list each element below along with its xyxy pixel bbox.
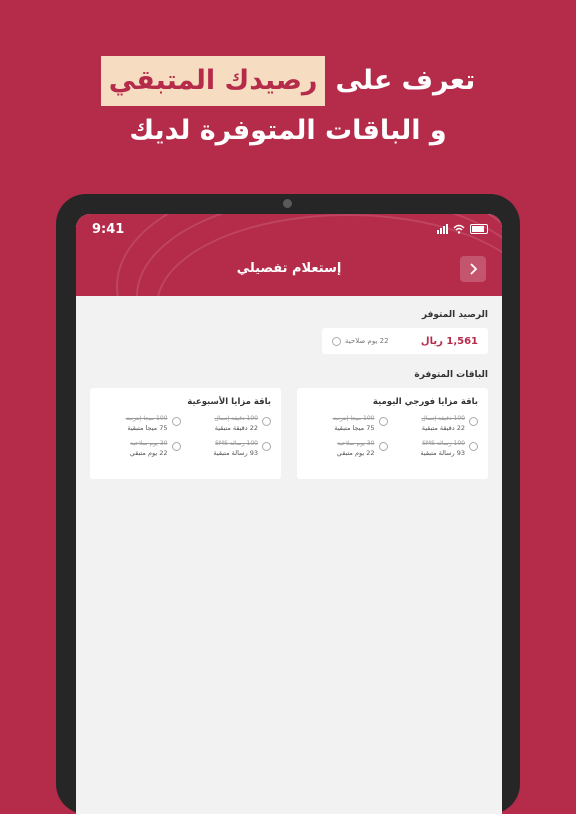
promo-headline: تعرف على رصيدك المتبقي و الباقات المتوفر… <box>0 56 576 156</box>
back-button[interactable] <box>460 256 486 282</box>
balance-section-title: الرصيد المتوفر <box>421 310 488 320</box>
headline-line-1: تعرف على رصيدك المتبقي <box>0 56 576 106</box>
packages-section-title: الباقات المتوفرة <box>414 370 488 380</box>
headline-highlight: رصيدك المتبقي <box>100 56 326 106</box>
status-icons <box>437 224 488 234</box>
stat-remaining: 22 يوم متبقي <box>129 449 168 457</box>
balance-card: 1,561 ريال 22 يوم صلاحية <box>322 328 488 354</box>
stat-total: 100 ميجا إنترنت <box>125 415 168 422</box>
stat-remaining: 22 دقيقة متبقية <box>214 424 258 432</box>
stat-total: 30 يوم صلاحية <box>130 440 168 447</box>
app-screen: 9:41 إستعلام تفصيلي الرصيد المتوفر 1,561… <box>76 214 502 814</box>
signal-icon <box>437 224 448 234</box>
stat-remaining: 93 رسالة متبقية <box>420 449 465 457</box>
balance-amount: 1,561 ريال <box>420 335 478 347</box>
stat-total: 100 رسالة SMS <box>215 440 258 447</box>
package-stats: 100 دقيقة إتصال 22 دقيقة متبقية 100 ميجا … <box>100 415 271 457</box>
package-stat: 100 دقيقة إتصال 22 دقيقة متبقية <box>398 415 478 432</box>
tablet-frame: 9:41 إستعلام تفصيلي الرصيد المتوفر 1,561… <box>56 194 520 814</box>
stat-total: 30 يوم صلاحية <box>337 440 375 447</box>
stat-total: 100 ميجا إنترنت <box>332 415 375 422</box>
headline-line-2: و الباقات المتوفرة لديك <box>129 115 447 146</box>
package-stat: 30 يوم صلاحية 22 يوم متبقي <box>307 440 388 457</box>
battery-icon <box>470 224 488 234</box>
package-stat: 100 ميجا إنترنت 75 ميجا متبقية <box>100 415 181 432</box>
stat-total: 100 دقيقة إتصال <box>421 415 465 422</box>
stat-remaining: 75 ميجا متبقية <box>334 424 375 432</box>
wifi-icon <box>453 224 465 234</box>
camera-icon <box>283 199 292 208</box>
message-icon <box>262 442 271 451</box>
stat-remaining: 22 يوم متبقي <box>336 449 375 457</box>
stat-remaining: 22 دقيقة متبقية <box>421 424 465 432</box>
package-card[interactable]: باقة مزايا الأسبوعية 100 دقيقة إتصال 22 د… <box>90 388 281 479</box>
package-stat: 100 رسالة SMS 93 رسالة متبقية <box>398 440 478 457</box>
package-title: باقة مزايا فورجي اليومية <box>372 397 478 407</box>
globe-icon <box>378 417 388 426</box>
package-title: باقة مزايا الأسبوعية <box>187 397 271 407</box>
package-stat: 100 دقيقة إتصال 22 دقيقة متبقية <box>191 415 271 432</box>
clock-icon <box>171 442 181 451</box>
package-card[interactable]: باقة مزايا فورجي اليومية 100 دقيقة إتصال… <box>297 388 488 479</box>
stat-total: 100 دقيقة إتصال <box>214 415 258 422</box>
page-title: إستعلام تفصيلي <box>236 261 342 276</box>
phone-icon <box>262 417 271 426</box>
stat-remaining: 75 ميجا متبقية <box>127 424 168 432</box>
clock-icon <box>332 336 341 346</box>
package-stats: 100 دقيقة إتصال 22 دقيقة متبقية 100 ميجا … <box>307 415 478 457</box>
phone-icon <box>469 417 478 426</box>
globe-icon <box>171 417 181 426</box>
headline-text: تعرف على <box>335 65 476 96</box>
package-stat: 100 ميجا إنترنت 75 ميجا متبقية <box>307 415 388 432</box>
status-time: 9:41 <box>92 222 125 237</box>
balance-validity: 22 يوم صلاحية <box>332 336 389 346</box>
stat-total: 100 رسالة SMS <box>422 440 465 447</box>
stat-remaining: 93 رسالة متبقية <box>213 449 258 457</box>
chevron-right-icon <box>470 263 478 275</box>
clock-icon <box>378 442 388 451</box>
package-stat: 100 رسالة SMS 93 رسالة متبقية <box>191 440 271 457</box>
validity-text: 22 يوم صلاحية <box>345 337 389 345</box>
app-header: 9:41 إستعلام تفصيلي <box>76 214 502 296</box>
package-stat: 30 يوم صلاحية 22 يوم متبقي <box>100 440 181 457</box>
message-icon <box>469 442 478 451</box>
